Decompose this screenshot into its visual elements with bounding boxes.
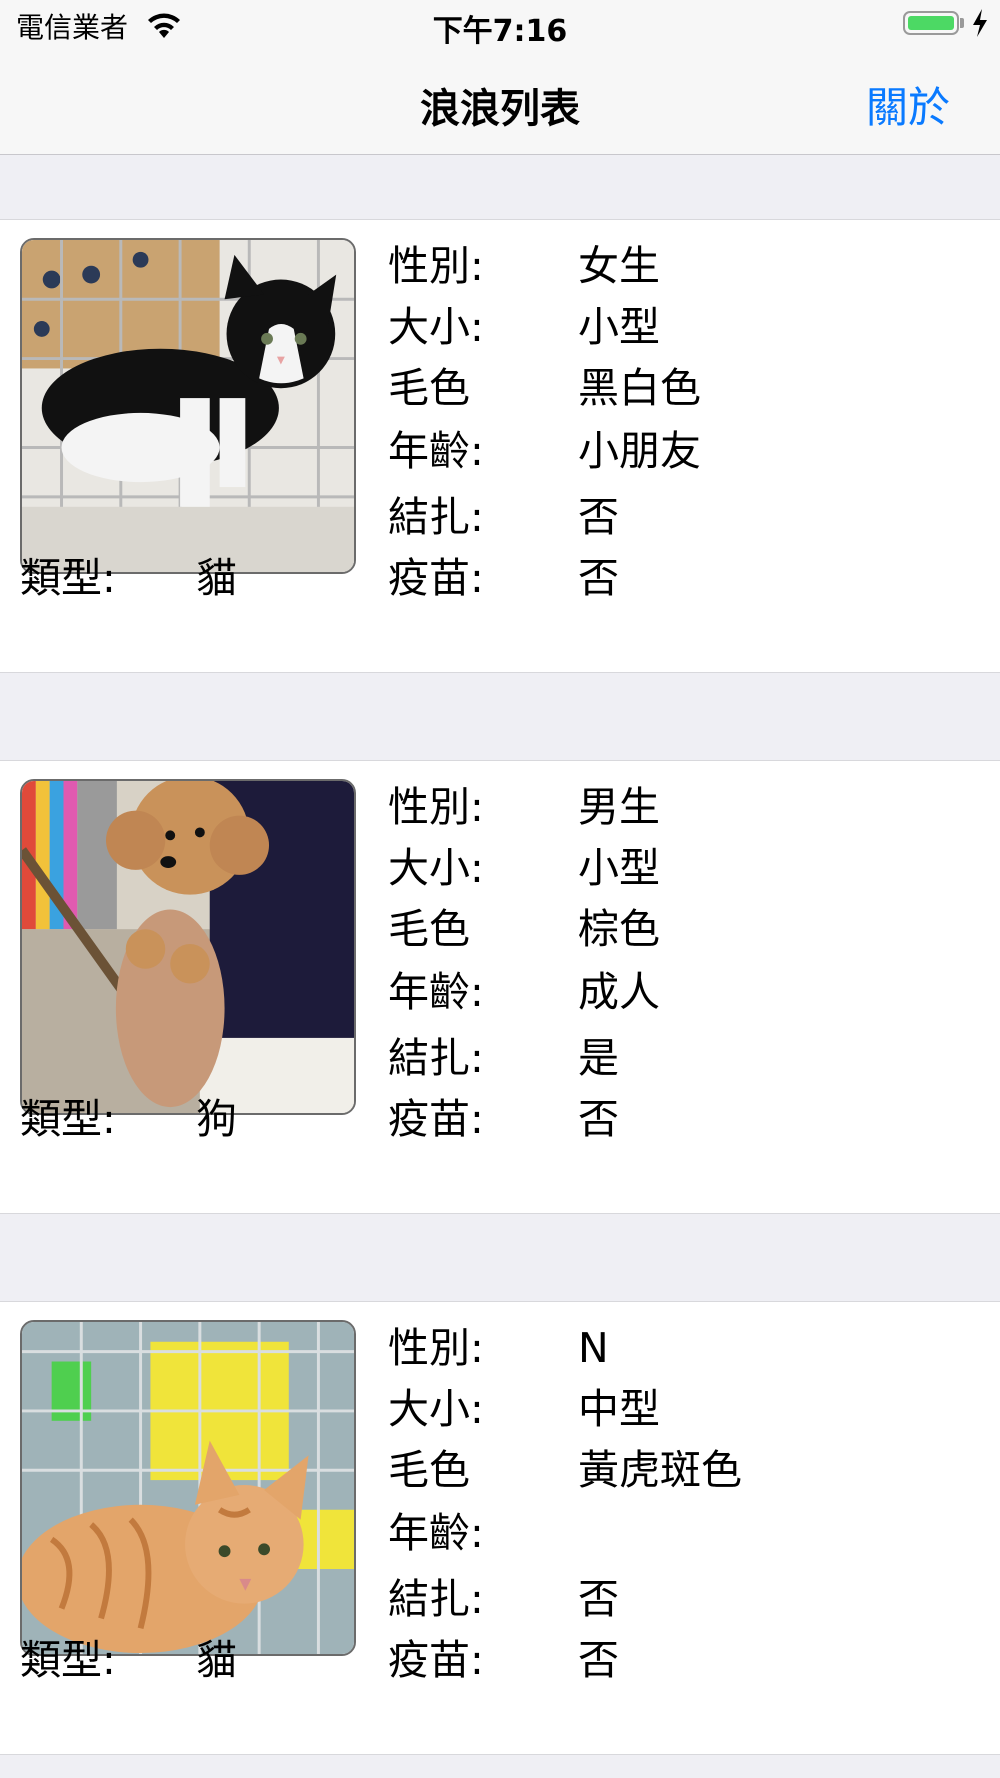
gender-label: 性別: [388,242,484,290]
size-label: 大小: [388,844,484,892]
age-label: 年齡: [388,968,484,1016]
color-value: 黑白色 [578,364,701,412]
gender-label: 性別: [388,1324,484,1372]
size-value: 小型 [578,844,660,892]
status-bar: 電信業者 下午7:16 [0,0,1000,49]
color-label: 毛色 [388,364,470,412]
pet-card[interactable]: 性別: 女生 大小: 小型 毛色 黑白色 年齡: 小朋友 結扎: 否 疫苗: 否… [0,219,1000,673]
vaccine-label: 疫苗: [388,554,484,602]
vaccine-value: 否 [578,1636,619,1684]
type-value: 狗 [196,1095,237,1143]
size-value: 中型 [578,1385,660,1433]
neutered-label: 結扎: [388,1575,484,1623]
neutered-value: 否 [578,493,619,541]
size-label: 大小: [388,303,484,351]
charging-bolt-icon [973,9,987,37]
age-value: 成人 [578,968,660,1016]
brown-poodle-photo [20,779,356,1115]
about-button[interactable]: 關於 [866,74,950,135]
type-label: 類型: [20,1095,116,1143]
clock: 下午7:16 [432,14,568,49]
battery-tip [960,18,964,28]
type-label: 類型: [20,1636,116,1684]
neutered-label: 結扎: [388,493,484,541]
size-label: 大小: [388,1385,484,1433]
battery-icon [903,11,959,35]
pet-list[interactable]: 性別: 女生 大小: 小型 毛色 黑白色 年齡: 小朋友 結扎: 否 疫苗: 否… [0,155,1000,1755]
page-title: 浪浪列表 [420,86,580,132]
neutered-value: 是 [578,1034,619,1082]
pet-card[interactable]: 性別: N 大小: 中型 毛色 黃虎斑色 年齡: 結扎: 否 疫苗: 否 類型:… [0,1301,1000,1755]
battery-level [908,16,954,30]
gender-value: 女生 [578,242,660,290]
black-white-kitten-photo [20,238,356,574]
vaccine-label: 疫苗: [388,1636,484,1684]
gender-value: N [578,1324,609,1372]
navigation-bar: 浪浪列表 關於 [0,48,1000,155]
color-label: 毛色 [388,905,470,953]
color-label: 毛色 [388,1446,470,1494]
age-value: 小朋友 [578,427,701,475]
color-value: 棕色 [578,905,660,953]
age-label: 年齡: [388,1509,484,1557]
pet-card[interactable]: 性別: 男生 大小: 小型 毛色 棕色 年齡: 成人 結扎: 是 疫苗: 否 類… [0,760,1000,1214]
size-value: 小型 [578,303,660,351]
vaccine-label: 疫苗: [388,1095,484,1143]
vaccine-value: 否 [578,1095,619,1143]
type-value: 貓 [196,1636,237,1684]
color-value: 黃虎斑色 [578,1446,742,1494]
gender-label: 性別: [388,783,484,831]
type-label: 類型: [20,554,116,602]
gender-value: 男生 [578,783,660,831]
orange-tabby-cat-photo [20,1320,356,1656]
neutered-label: 結扎: [388,1034,484,1082]
vaccine-value: 否 [578,554,619,602]
neutered-value: 否 [578,1575,619,1623]
type-value: 貓 [196,554,237,602]
age-label: 年齡: [388,427,484,475]
